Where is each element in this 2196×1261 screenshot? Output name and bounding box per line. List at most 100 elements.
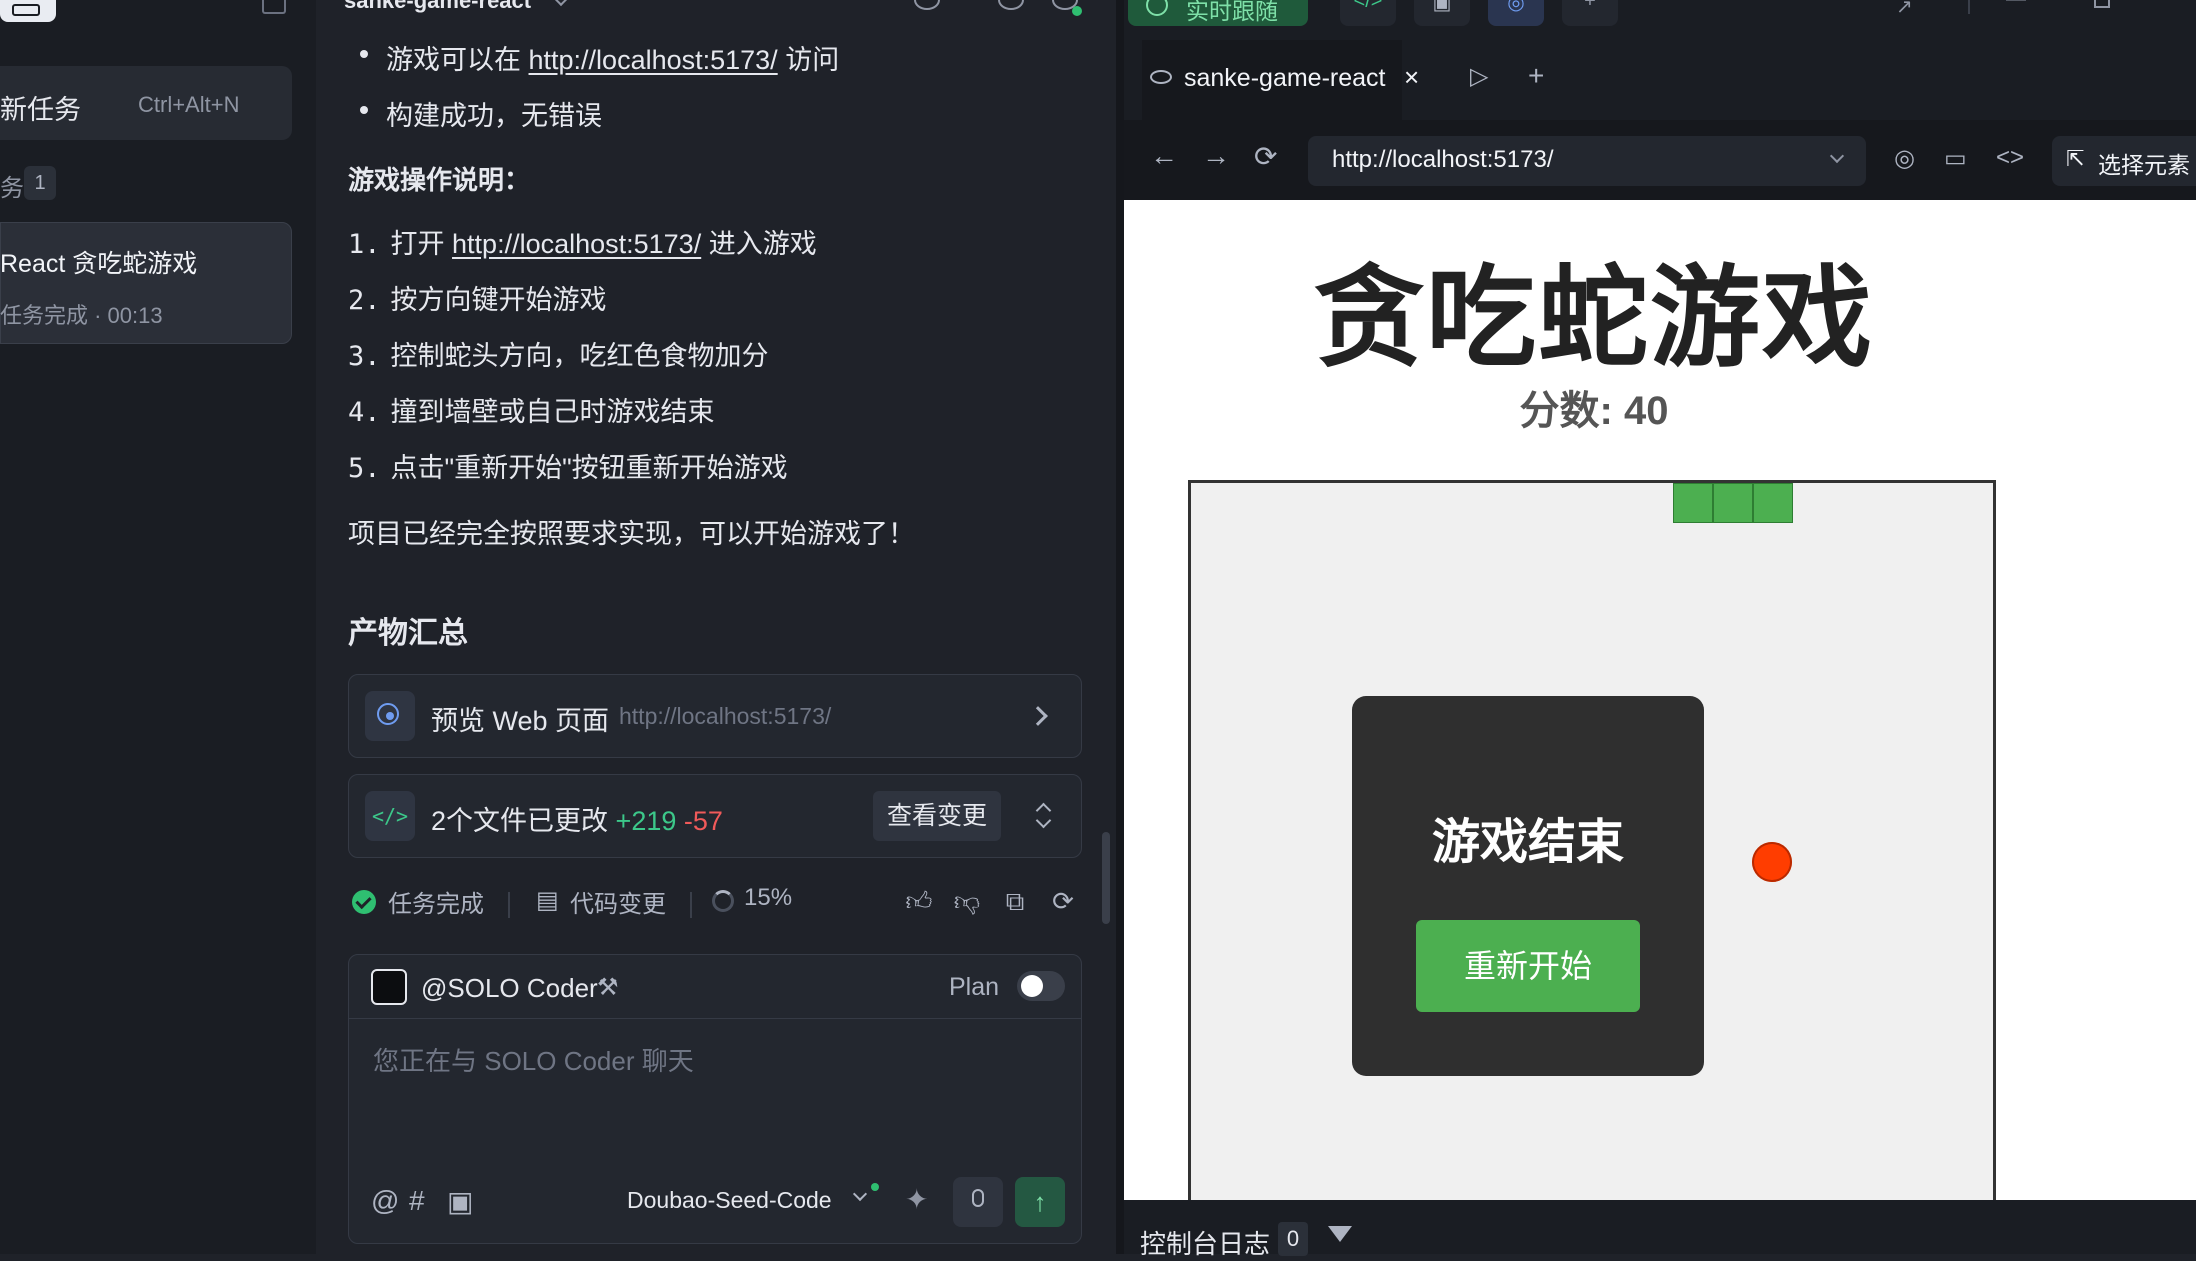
new-task-shortcut: Ctrl+Alt+N xyxy=(138,92,240,117)
agent-icon xyxy=(371,969,407,1005)
agent-name[interactable]: @SOLO Coder xyxy=(421,973,598,1004)
collapse-sidebar-icon[interactable] xyxy=(262,0,286,14)
code-icon: </> xyxy=(1353,0,1383,12)
code-changes-icon: ▤ xyxy=(536,887,559,914)
copy-icon[interactable]: ⧉ xyxy=(1000,886,1030,916)
back-icon[interactable]: ← xyxy=(1150,140,1178,172)
eye-icon xyxy=(1150,70,1172,84)
check-circle-icon xyxy=(352,890,376,914)
preview-web-card[interactable]: 预览 Web 页面 http://localhost:5173/ xyxy=(348,674,1082,758)
snake-segment xyxy=(1713,483,1753,523)
refresh-icon[interactable]: ⟳ xyxy=(1048,886,1078,916)
plan-toggle[interactable] xyxy=(1017,971,1065,1001)
lines-removed: -57 xyxy=(683,806,723,836)
project-title[interactable]: sanke-game-react xyxy=(344,0,531,14)
bullet-dot xyxy=(360,50,368,58)
compass-icon[interactable]: ◎ xyxy=(1894,144,1915,173)
expand-collapse-icon[interactable] xyxy=(1035,801,1051,831)
url-text: http://localhost:5173/ xyxy=(1332,146,1554,173)
thumbs-up-icon[interactable]: 👍︎ xyxy=(904,886,934,916)
microphone-button[interactable] xyxy=(953,1177,1003,1227)
reload-icon[interactable]: ⟳ xyxy=(1254,140,1277,173)
compass-icon xyxy=(365,691,415,741)
send-button[interactable]: ↑ xyxy=(1015,1177,1065,1227)
code-icon[interactable]: <> xyxy=(1996,144,2024,172)
panel-divider[interactable] xyxy=(1116,0,1124,1254)
device-icon[interactable]: ▭ xyxy=(1944,144,1967,173)
new-tab-icon[interactable]: + xyxy=(1528,60,1544,92)
artifacts-heading: 产物汇总 xyxy=(348,617,468,650)
thumbs-down-icon[interactable]: 👎︎ xyxy=(952,886,982,916)
localhost-link[interactable]: http://localhost:5173/ xyxy=(452,229,701,259)
play-icon[interactable]: ▷ xyxy=(1470,62,1488,91)
close-icon[interactable]: × xyxy=(1404,62,1419,93)
microphone-icon xyxy=(972,1189,984,1207)
chevron-right-icon xyxy=(1028,706,1048,726)
chevron-down-icon[interactable] xyxy=(852,1186,868,1202)
hash-icon[interactable]: # xyxy=(409,1185,425,1217)
maximize-icon[interactable] xyxy=(2094,0,2110,8)
view-changes-button[interactable]: 查看变更 xyxy=(873,791,1001,841)
localhost-link[interactable]: http://localhost:5173/ xyxy=(529,45,778,75)
online-status-dot xyxy=(1072,6,1082,16)
image-icon: ▣ xyxy=(1432,0,1452,14)
preview-card-url: http://localhost:5173/ xyxy=(619,703,832,729)
preview-card-title: 预览 Web 页面 xyxy=(431,706,610,736)
forward-icon[interactable]: → xyxy=(1202,140,1230,172)
compass-icon: ◎ xyxy=(1507,0,1525,14)
game-over-title: 游戏结束 xyxy=(1431,816,1624,869)
select-element-label: 选择元素 xyxy=(2098,152,2190,178)
tab-label: sanke-game-react xyxy=(1184,64,1386,92)
chat-scrollbar[interactable] xyxy=(1102,832,1110,924)
app-logo xyxy=(0,0,56,22)
snake-segment xyxy=(1753,483,1793,523)
progress-spinner-icon xyxy=(712,890,734,912)
changes-card-title: 2个文件已更改 +219 -57 xyxy=(431,806,723,836)
filter-icon[interactable] xyxy=(1328,1226,1352,1242)
console-log-label[interactable]: 控制台日志 xyxy=(1140,1224,1270,1261)
minimize-icon[interactable]: — xyxy=(2006,0,2026,11)
progress-percent: 15% xyxy=(744,884,793,911)
arrow-up-icon: ↑ xyxy=(1033,1187,1047,1217)
plus-icon: + xyxy=(1584,0,1596,12)
restart-button[interactable]: 重新开始 xyxy=(1416,920,1640,1012)
cursor-select-icon: ⇱ xyxy=(2066,146,2085,171)
game-title: 贪吃蛇游戏 xyxy=(1314,257,1874,380)
instructions-heading: 游戏操作说明： xyxy=(348,165,531,195)
step-item: 4. 撞到墙壁或自己时游戏结束 xyxy=(348,397,715,428)
tools-icon[interactable]: ⚒ xyxy=(597,973,619,1002)
mention-icon[interactable]: @ xyxy=(371,1185,399,1217)
step-item: 1. 打开 http://localhost:5173/ 进入游戏 xyxy=(348,229,817,260)
live-follow-label: 实时跟随 xyxy=(1186,0,1278,24)
pop-out-icon[interactable]: ↗ xyxy=(1896,0,1913,19)
food xyxy=(1752,842,1792,882)
game-over-overlay: 游戏结束 重新开始 xyxy=(1352,696,1704,1076)
console-count-badge: 0 xyxy=(1278,1222,1308,1256)
sparkle-icon[interactable]: ✦ xyxy=(905,1183,928,1216)
tasks-section-label: 务 xyxy=(0,175,24,202)
file-changes-card[interactable]: </> 2个文件已更改 +219 -57 查看变更 xyxy=(348,774,1082,858)
chat-input[interactable]: 您正在与 SOLO Coder 聊天 xyxy=(373,1041,694,1078)
new-task-label: 新任务 xyxy=(0,95,81,125)
task-title: React 贪吃蛇游戏 xyxy=(0,250,198,278)
code-icon: </> xyxy=(365,791,415,841)
bullet-item: 构建成功，无错误 xyxy=(386,101,602,131)
task-done-status: 任务完成 xyxy=(388,891,484,918)
lines-added: +219 xyxy=(615,806,677,836)
code-changes-link[interactable]: 代码变更 xyxy=(570,884,666,924)
step-item: 2. 按方向键开始游戏 xyxy=(348,285,607,316)
composer: @SOLO Coder ⚒ Plan 您正在与 SOLO Coder 聊天 @ … xyxy=(348,954,1082,1244)
step-item: 3. 控制蛇头方向，吃红色食物加分 xyxy=(348,341,769,372)
image-icon[interactable]: ▣ xyxy=(447,1185,473,1218)
divider xyxy=(508,892,510,918)
score-display: 分数: 40 xyxy=(1519,389,1669,433)
divider xyxy=(1968,0,1970,14)
web-preview: 贪吃蛇游戏 分数: 40 游戏结束 重新开始 xyxy=(1124,200,2196,1200)
snake-segment xyxy=(1673,483,1713,523)
composer-header: @SOLO Coder ⚒ Plan xyxy=(349,955,1081,1019)
model-status-dot xyxy=(871,1183,879,1191)
tasks-count-badge: 1 xyxy=(24,166,56,200)
plan-label: Plan xyxy=(949,973,1000,1001)
bullet-item: 游戏可以在 http://localhost:5173/ 访问 xyxy=(386,45,840,75)
model-selector[interactable]: Doubao-Seed-Code xyxy=(627,1187,832,1214)
